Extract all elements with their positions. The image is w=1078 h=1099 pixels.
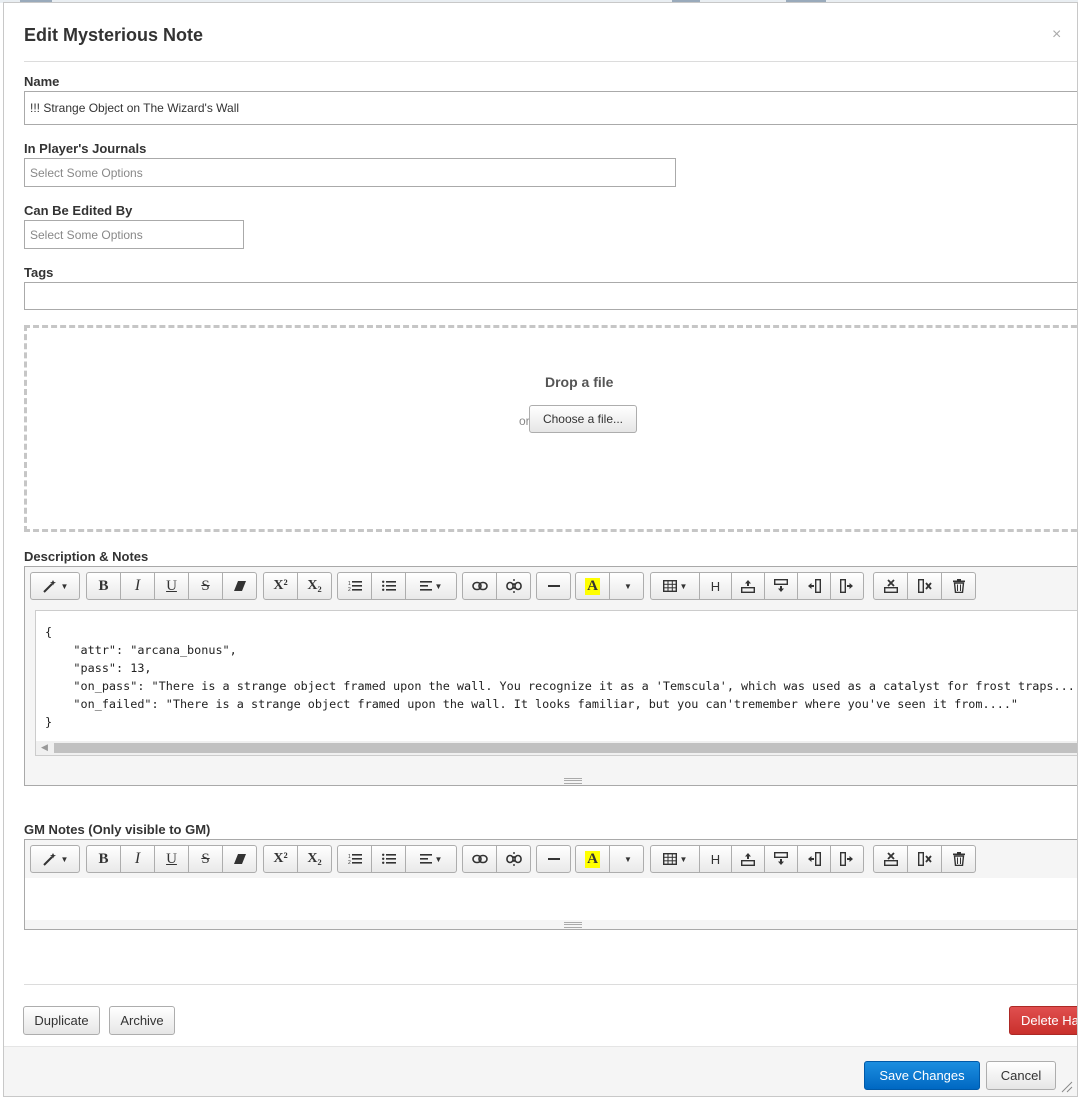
- unlink-icon[interactable]: [496, 845, 531, 873]
- align-icon[interactable]: ▼: [405, 845, 457, 873]
- journals-label: In Player's Journals: [24, 141, 147, 156]
- link-icon[interactable]: [462, 845, 497, 873]
- ordered-list-icon[interactable]: 12: [337, 845, 372, 873]
- code-line: }: [45, 715, 53, 729]
- tags-label: Tags: [24, 265, 54, 280]
- eraser-icon[interactable]: [222, 572, 257, 600]
- align-icon[interactable]: ▼: [405, 572, 457, 600]
- trash-icon[interactable]: [941, 572, 976, 600]
- dropzone-title: Drop a file: [545, 374, 614, 390]
- strikethrough-icon[interactable]: S: [188, 845, 223, 873]
- description-label: Description & Notes: [24, 549, 149, 564]
- unlink-icon[interactable]: [496, 572, 531, 600]
- insert-column-left-icon[interactable]: [797, 845, 831, 873]
- table-icon[interactable]: ▼: [650, 845, 700, 873]
- magic-wand-icon[interactable]: ▼: [30, 572, 80, 600]
- cancel-button[interactable]: Cancel: [986, 1061, 1056, 1090]
- magic-wand-icon[interactable]: ▼: [30, 845, 80, 873]
- highlight-color-icon[interactable]: A: [575, 572, 610, 600]
- save-changes-button[interactable]: Save Changes: [864, 1061, 980, 1090]
- bullet-list-icon[interactable]: [371, 572, 406, 600]
- description-toolbar: ▼ B I U S X² X₂ 12 ▼ A ▼ ▼ H: [25, 567, 1077, 605]
- gm-notes-toolbar: ▼ B I U S X² X₂ 12 ▼ A ▼ ▼ H: [25, 840, 1077, 878]
- italic-icon[interactable]: I: [120, 845, 155, 873]
- eraser-icon[interactable]: [222, 845, 257, 873]
- code-line: "attr": "arcana_bonus",: [73, 643, 237, 657]
- underline-icon[interactable]: U: [154, 845, 189, 873]
- bold-icon[interactable]: B: [86, 572, 121, 600]
- trash-icon[interactable]: [941, 845, 976, 873]
- code-editor[interactable]: { "attr": "arcana_bonus", "pass": 13, "o…: [35, 610, 1077, 756]
- edit-note-dialog: Edit Mysterious Note × Name !!! Strange …: [3, 2, 1078, 1097]
- gm-notes-content[interactable]: [25, 878, 1077, 920]
- tags-input[interactable]: [24, 282, 1077, 310]
- italic-icon[interactable]: I: [120, 572, 155, 600]
- delete-button[interactable]: Delete Ha: [1009, 1006, 1077, 1035]
- code-line: "on_pass": "There is a strange object fr…: [73, 679, 1075, 693]
- gm-notes-resize-handle[interactable]: [564, 922, 582, 928]
- bullet-list-icon[interactable]: [371, 845, 406, 873]
- table-icon[interactable]: ▼: [650, 572, 700, 600]
- name-label: Name: [24, 74, 60, 89]
- svg-text:2: 2: [348, 860, 351, 865]
- svg-text:2: 2: [348, 587, 351, 592]
- insert-row-below-icon[interactable]: [764, 845, 798, 873]
- color-dropdown-icon[interactable]: ▼: [609, 845, 644, 873]
- underline-icon[interactable]: U: [154, 572, 189, 600]
- highlight-color-icon[interactable]: A: [575, 845, 610, 873]
- scroll-left-icon[interactable]: ◀: [41, 742, 48, 753]
- ordered-list-icon[interactable]: 12: [337, 572, 372, 600]
- insert-column-left-icon[interactable]: [797, 572, 831, 600]
- dialog-resize-handle[interactable]: [1061, 1081, 1073, 1096]
- gm-notes-label: GM Notes (Only visible to GM): [24, 822, 211, 837]
- actions-divider: [24, 984, 1077, 985]
- subscript-icon[interactable]: X₂: [297, 572, 332, 600]
- superscript-icon[interactable]: X²: [263, 572, 298, 600]
- archive-button[interactable]: Archive: [109, 1006, 175, 1035]
- link-icon[interactable]: [462, 572, 497, 600]
- edited-by-select[interactable]: Select Some Options: [24, 220, 244, 249]
- table-header-icon[interactable]: H: [699, 845, 732, 873]
- horizontal-rule-icon[interactable]: [536, 845, 571, 873]
- bold-icon[interactable]: B: [86, 845, 121, 873]
- color-dropdown-icon[interactable]: ▼: [609, 572, 644, 600]
- description-content: { "attr": "arcana_bonus", "pass": 13, "o…: [45, 623, 1075, 731]
- insert-row-above-icon[interactable]: [731, 572, 765, 600]
- superscript-icon[interactable]: X²: [263, 845, 298, 873]
- subscript-icon[interactable]: X₂: [297, 845, 332, 873]
- delete-row-icon[interactable]: [873, 572, 908, 600]
- code-line: "pass": 13,: [73, 661, 152, 675]
- insert-column-right-icon[interactable]: [830, 572, 864, 600]
- description-editor: ▼ B I U S X² X₂ 12 ▼ A ▼ ▼ H {"attr": "…: [24, 566, 1077, 786]
- choose-file-button[interactable]: Choose a file...: [529, 405, 637, 433]
- duplicate-button[interactable]: Duplicate: [23, 1006, 100, 1035]
- header-divider: [24, 61, 1077, 62]
- horizontal-scrollbar[interactable]: ◀: [36, 741, 1077, 755]
- code-line: "on_failed": "There is a strange object …: [73, 697, 1019, 711]
- dialog-title: Edit Mysterious Note: [24, 25, 204, 45]
- edited-by-label: Can Be Edited By: [24, 203, 133, 218]
- insert-row-above-icon[interactable]: [731, 845, 765, 873]
- journals-select[interactable]: Select Some Options: [24, 158, 676, 187]
- scrollbar-thumb[interactable]: [54, 743, 1077, 753]
- strikethrough-icon[interactable]: S: [188, 572, 223, 600]
- delete-column-icon[interactable]: [907, 845, 942, 873]
- delete-row-icon[interactable]: [873, 845, 908, 873]
- table-header-icon[interactable]: H: [699, 572, 732, 600]
- delete-column-icon[interactable]: [907, 572, 942, 600]
- gm-notes-editor: ▼ B I U S X² X₂ 12 ▼ A ▼ ▼ H: [24, 839, 1077, 930]
- code-line: {: [45, 625, 53, 639]
- name-value: !!! Strange Object on The Wizard's Wall: [30, 101, 240, 115]
- file-dropzone[interactable]: Drop a file or Choose a file...: [24, 325, 1077, 532]
- insert-column-right-icon[interactable]: [830, 845, 864, 873]
- journals-placeholder: Select Some Options: [30, 165, 143, 180]
- dialog-footer: Save Changes Cancel: [4, 1046, 1077, 1096]
- edited-by-placeholder: Select Some Options: [30, 227, 143, 242]
- horizontal-rule-icon[interactable]: [536, 572, 571, 600]
- insert-row-below-icon[interactable]: [764, 572, 798, 600]
- close-icon[interactable]: ×: [1052, 26, 1061, 44]
- name-input[interactable]: !!! Strange Object on The Wizard's Wall: [24, 91, 1077, 125]
- description-resize-handle[interactable]: [564, 778, 582, 784]
